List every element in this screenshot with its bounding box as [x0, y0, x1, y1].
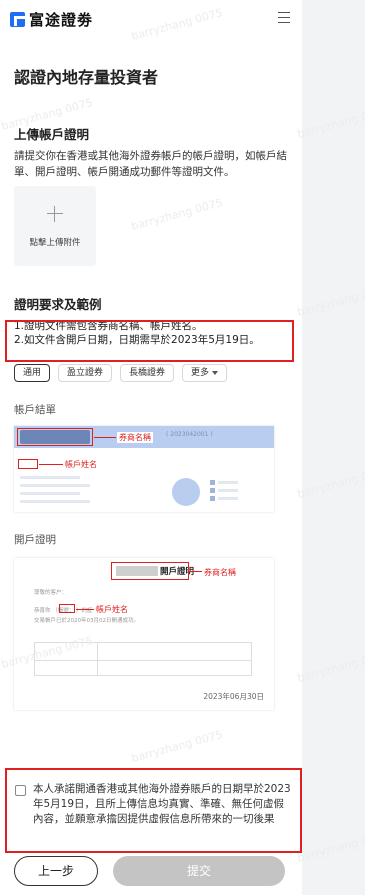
tab-uslp[interactable]: 盈立證券 [58, 364, 113, 382]
watermark: barryzhang 0075 [129, 196, 225, 233]
plus-icon [47, 206, 63, 222]
sample-line [218, 497, 238, 500]
sample-line [218, 481, 238, 484]
tab-more[interactable]: 更多 [182, 364, 228, 382]
logo[interactable]: 富途證劵 [10, 9, 93, 30]
tab-general[interactable]: 通用 [14, 364, 51, 382]
sample-highlight-name [59, 604, 75, 613]
proof-sample-label: 開戶證明 [14, 534, 56, 546]
sample-arrow [76, 609, 94, 610]
sample-annotation-broker: 券商名稱 [117, 432, 153, 443]
sample-table [34, 642, 252, 676]
sample-arrow [39, 464, 63, 465]
table-row [35, 660, 251, 677]
table-row [35, 643, 251, 660]
sample-legend [210, 480, 215, 485]
broker-tabs: 通用 盈立證券 長橋證券 更多 [14, 364, 228, 382]
table-divider [97, 643, 98, 675]
submit-button[interactable]: 提交 [113, 856, 285, 886]
right-background [302, 0, 365, 895]
consent-text[interactable]: 本人承諾開通香港或其他海外證券賬戶的日期早於2023年5月19日，且所上傳信息均… [33, 782, 291, 827]
statement-sample-image[interactable]: 券商名稱 ( 2023042001 ) 帳戶姓名 [14, 426, 274, 512]
watermark: barryzhang 0075 [129, 728, 225, 765]
sample-legend [210, 496, 215, 501]
chevron-down-icon [212, 370, 219, 375]
sample-line [20, 492, 80, 495]
tab-longbridge[interactable]: 長橋證券 [120, 364, 175, 382]
statement-sample-label: 帳戶結單 [14, 404, 56, 416]
sample-date: 2023年06月30日 [203, 692, 264, 701]
page-title: 認證內地存量投資者 [14, 68, 159, 87]
sample-arrow [190, 571, 202, 572]
tab-more-label: 更多 [191, 368, 210, 378]
sample-greeting: 尊敬的客户： [34, 590, 68, 596]
sample-code: ( 2023042001 ) [166, 431, 213, 438]
upload-label: 點擊上傳附件 [29, 238, 81, 248]
header: 富途證劵 [0, 0, 302, 40]
sample-line [20, 476, 80, 479]
sample-line [20, 484, 90, 487]
menu-icon[interactable] [278, 12, 290, 23]
sample-line [20, 500, 90, 503]
consent-checkbox[interactable] [15, 785, 26, 796]
sample-highlight-name [18, 459, 38, 469]
sample-highlight-broker [17, 428, 93, 446]
upload-section-description: 請提交你在香港或其他海外證券帳戶的帳戶證明，如帳戶結單、開戶證明、帳戶開通成功郵… [14, 150, 287, 178]
sample-annotation-name: 帳戶姓名 [96, 605, 128, 614]
sample-line2: 交易帳戶已於2020年03月02日開通成功。 [34, 618, 139, 624]
requirements-title: 證明要求及範例 [14, 297, 102, 312]
sample-annotation-broker: 券商名稱 [204, 568, 236, 577]
sample-arrow [94, 437, 116, 438]
prev-button[interactable]: 上一步 [14, 856, 98, 886]
sample-highlight-broker [111, 562, 189, 580]
sample-chart [172, 478, 200, 506]
page: 富途證劵 認證內地存量投資者 上傳帳戶證明 請提交你在香港或其他海外證券帳戶的帳… [0, 0, 302, 895]
sample-annotation-name: 帳戶姓名 [65, 460, 97, 469]
upload-attachment-button[interactable]: 點擊上傳附件 [14, 186, 96, 266]
sample-legend [210, 488, 215, 493]
logo-text: 富途證劵 [29, 11, 94, 29]
futu-logo-icon [10, 12, 25, 27]
proof-sample-image[interactable]: 開戶證明 券商名稱 尊敬的客户： 恭喜你 （帳號： ）的証 交易帳戶已於2020… [14, 558, 274, 710]
upload-section-title: 上傳帳戶證明 [14, 127, 90, 142]
highlight-box [5, 320, 294, 362]
sample-line [218, 489, 238, 492]
